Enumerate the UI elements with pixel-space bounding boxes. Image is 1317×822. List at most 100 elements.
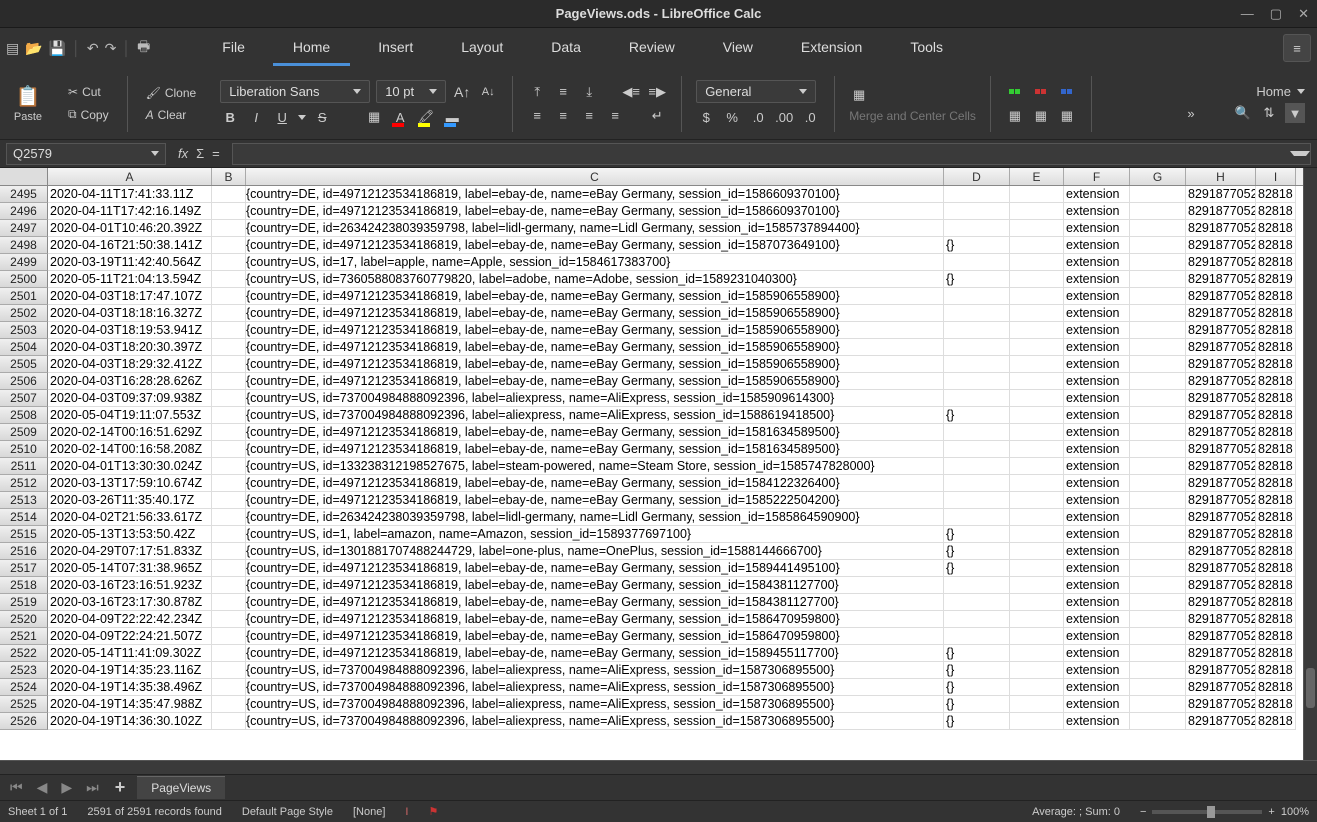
cell[interactable]: 82818 [1256,186,1296,203]
font-name-select[interactable]: Liberation Sans [220,80,370,103]
cell[interactable]: extension [1064,492,1130,509]
cell[interactable]: extension [1064,645,1130,662]
cell[interactable]: {country=DE, id=263424238039359798, labe… [212,509,944,526]
hamburger-menu-icon[interactable]: ≡ [1283,34,1311,62]
delete-rows-icon[interactable] [1057,82,1077,102]
cell[interactable]: 2020-04-19T14:35:47.988Z [48,696,212,713]
col-header-A[interactable]: A [48,168,212,185]
decrease-indent-icon[interactable]: ◀≡ [621,82,641,102]
cell[interactable]: 2020-05-14T07:31:38.965Z [48,560,212,577]
cell[interactable]: extension [1064,543,1130,560]
zoom-slider[interactable] [1152,810,1262,814]
table-row[interactable]: 24972020-04-01T10:46:20.392Z{country=DE,… [0,220,1303,237]
table-row[interactable]: 24962020-04-11T17:42:16.149Z{country=DE,… [0,203,1303,220]
cell[interactable]: 82918770524 [1186,373,1256,390]
cell[interactable]: 82818 [1256,237,1296,254]
underline-icon[interactable]: U [272,107,292,127]
cell[interactable]: 2020-03-13T17:59:10.674Z [48,475,212,492]
cell[interactable]: extension [1064,611,1130,628]
cell[interactable]: 82818 [1256,288,1296,305]
cell[interactable]: {country=DE, id=49712123534186819, label… [212,628,944,645]
cell[interactable]: {country=DE, id=49712123534186819, label… [212,560,944,577]
horizontal-scrollbar[interactable] [0,760,1317,774]
table-row[interactable]: 25222020-05-14T11:41:09.302Z{country=DE,… [0,645,1303,662]
align-middle-icon[interactable]: ≡ [553,82,573,102]
sheet-tab[interactable]: PageViews [137,776,225,799]
table-row[interactable]: 25192020-03-16T23:17:30.878Z{country=DE,… [0,594,1303,611]
cell[interactable]: 82918770524 [1186,458,1256,475]
cell[interactable]: {} [944,526,1010,543]
tab-layout[interactable]: Layout [441,31,523,66]
cell[interactable]: 82818 [1256,458,1296,475]
cell[interactable] [1010,509,1064,526]
row-header[interactable]: 2523 [0,662,48,679]
cell[interactable] [1130,594,1186,611]
cell[interactable]: {country=DE, id=49712123534186819, label… [212,356,944,373]
qat-new-icon[interactable]: ▤ [6,40,19,57]
cell[interactable]: extension [1064,696,1130,713]
cell[interactable]: 2020-02-14T00:16:51.629Z [48,424,212,441]
cell[interactable] [1130,220,1186,237]
currency-icon[interactable]: $ [696,107,716,127]
table-row[interactable]: 25122020-03-13T17:59:10.674Z{country=DE,… [0,475,1303,492]
cell[interactable] [944,373,1010,390]
cell[interactable]: {country=DE, id=263424238039359798, labe… [212,220,944,237]
table-row[interactable]: 25212020-04-09T22:24:21.507Z{country=DE,… [0,628,1303,645]
cell[interactable] [944,492,1010,509]
row-header[interactable]: 2516 [0,543,48,560]
cell[interactable] [1130,390,1186,407]
cell[interactable]: 82918770524 [1186,407,1256,424]
insert-cols-icon[interactable] [1031,82,1051,102]
cell[interactable]: 2020-04-09T22:22:42.234Z [48,611,212,628]
cell[interactable] [1130,322,1186,339]
align-bottom-icon[interactable]: ⤓ [579,82,599,102]
tab-review[interactable]: Review [609,31,695,66]
increase-font-icon[interactable]: A↑ [452,82,472,102]
merge-cells-icon[interactable]: ▦ [849,85,869,105]
cell[interactable]: 82918770524 [1186,424,1256,441]
row-header[interactable]: 2496 [0,203,48,220]
border-icon[interactable]: ▦ [364,107,384,127]
cell[interactable] [944,475,1010,492]
row-header[interactable]: 2498 [0,237,48,254]
cell[interactable]: 82818 [1256,492,1296,509]
table-row[interactable]: 25152020-05-13T13:53:50.42Z{country=US, … [0,526,1303,543]
align-justify-icon[interactable]: ≡ [605,106,625,126]
italic-icon[interactable]: I [246,107,266,127]
table-row[interactable]: 25262020-04-19T14:36:30.102Z{country=US,… [0,713,1303,730]
cell[interactable]: 2020-04-03T16:28:28.626Z [48,373,212,390]
cell[interactable] [944,390,1010,407]
cell[interactable]: {country=DE, id=49712123534186819, label… [212,373,944,390]
cell[interactable]: 82918770524 [1186,288,1256,305]
cell[interactable]: extension [1064,373,1130,390]
clone-format-button[interactable]: 🖌Clone [142,84,201,102]
table-row[interactable]: 25252020-04-19T14:35:47.988Z{country=US,… [0,696,1303,713]
window-close-icon[interactable]: ✕ [1298,6,1309,22]
cell[interactable] [944,458,1010,475]
row-header[interactable]: 2501 [0,288,48,305]
row-header[interactable]: 2519 [0,594,48,611]
cell[interactable] [1130,509,1186,526]
cell[interactable]: extension [1064,577,1130,594]
ribbon-expand-icon[interactable]: » [1181,103,1201,123]
cell[interactable] [1010,713,1064,730]
row-header[interactable]: 2515 [0,526,48,543]
cell[interactable] [1130,237,1186,254]
cell[interactable]: 2020-04-29T07:17:51.833Z [48,543,212,560]
cell[interactable]: 82918770524 [1186,577,1256,594]
cell[interactable]: 82818 [1256,509,1296,526]
cell[interactable]: extension [1064,713,1130,730]
cell[interactable]: extension [1064,594,1130,611]
cell[interactable] [944,424,1010,441]
table-row[interactable]: 25022020-04-03T18:18:16.327Z{country=DE,… [0,305,1303,322]
find-icon[interactable]: 🔍 [1233,103,1253,123]
cell[interactable]: 82818 [1256,390,1296,407]
cell[interactable] [1130,186,1186,203]
cell[interactable] [944,254,1010,271]
cell[interactable] [1010,441,1064,458]
status-insert-mode-icon[interactable]: I [405,806,408,818]
cell[interactable]: 82818 [1256,220,1296,237]
row-header[interactable]: 2509 [0,424,48,441]
table-row[interactable]: 25132020-03-26T11:35:40.17Z{country=DE, … [0,492,1303,509]
cell[interactable]: {country=US, id=737004984888092396, labe… [212,696,944,713]
